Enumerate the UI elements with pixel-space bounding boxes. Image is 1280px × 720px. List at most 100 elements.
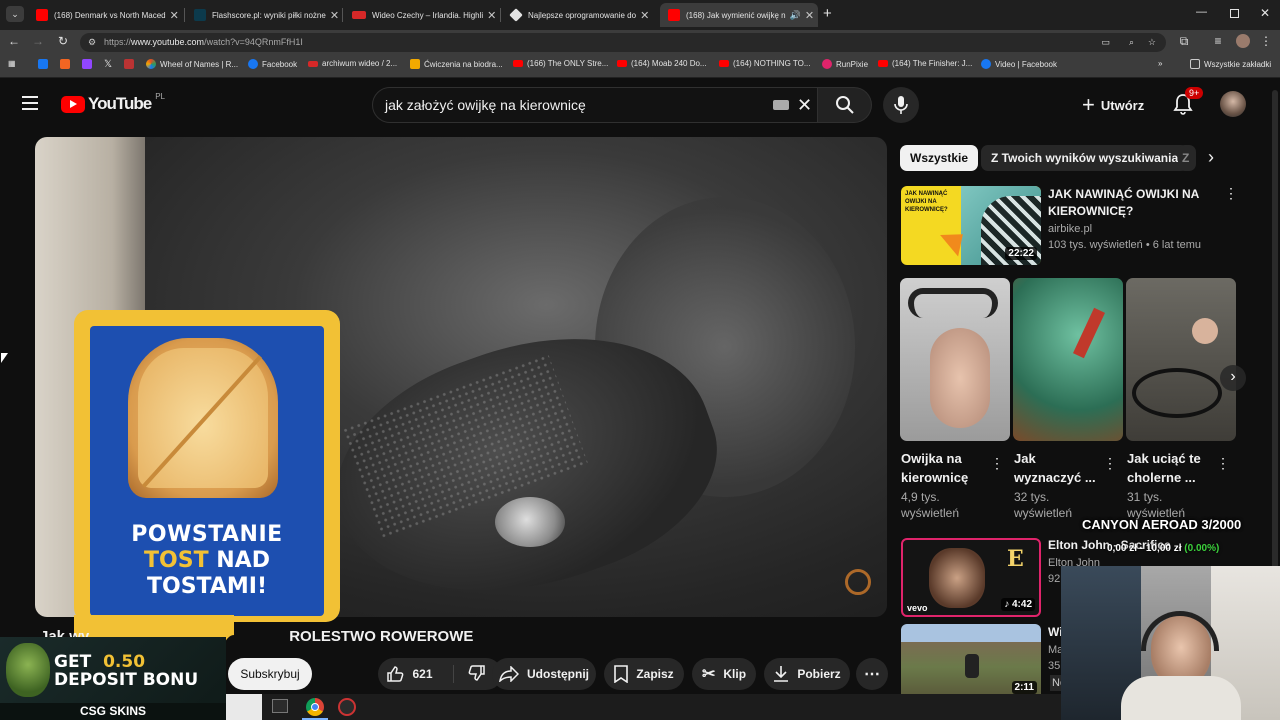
short-menu-kebab-icon[interactable]: ⋮ [990,456,1004,470]
more-actions-button[interactable]: ⋯ [856,658,888,690]
short-thumbnail-3[interactable] [1126,278,1236,441]
bookmark-star-icon[interactable]: ☆ [1148,33,1156,52]
create-button[interactable]: + Utwórz [1082,91,1144,119]
obs-icon[interactable] [338,698,356,716]
tab-1[interactable]: (168) Denmark vs North Maced ✕ [28,3,183,27]
dislike-button[interactable] [454,664,494,685]
twitch-icon[interactable] [82,59,96,69]
region-label: PL [155,91,165,101]
bookmark-item[interactable]: (164) The Finisher: J... [878,59,972,68]
short-thumbnail-1[interactable] [900,278,1010,441]
back-arrow-icon[interactable]: ← [6,34,22,48]
chrome-icon[interactable] [306,698,324,716]
download-label: Pobierz [797,667,841,681]
x-icon[interactable]: 𝕏 [104,59,112,70]
close-icon[interactable]: ✕ [636,9,649,22]
speaker-icon[interactable]: 🔊 [790,10,801,21]
subscribe-button[interactable]: Subskrybuj [228,658,312,690]
canyon-overlay-prices: 0,00 zł - 10,00 zł (0.00%) [1107,543,1220,554]
extensions-icon[interactable]: ⧉ [1176,34,1192,49]
bookmark-item[interactable]: RunPixie [822,59,868,69]
menu-kebab-icon[interactable]: ⋮ [1258,34,1274,48]
share-label: Udostępnij [527,667,589,681]
close-icon[interactable]: ✕ [166,9,179,22]
short-menu-kebab-icon[interactable]: ⋮ [1103,456,1117,470]
recommended-video-title[interactable]: JAK NAWINĄĆ OWIJKI NA KIEROWNICĘ? [1048,186,1208,220]
bookmark-icon[interactable] [124,59,138,69]
media-controls-icon[interactable]: ≡ [1210,34,1226,48]
youtube-logo[interactable]: YouTube PL [61,91,165,114]
bookmark-icon[interactable] [60,59,74,69]
bookmark-label: (166) The ONLY Stre... [527,59,609,68]
save-button[interactable]: Zapisz [604,658,684,690]
short-title-2[interactable]: Jak wyznaczyć ... [1014,449,1096,487]
channel-name[interactable]: airbike.pl [1048,221,1092,237]
bookmark-item[interactable]: Ćwiczenia na biodra... [410,59,503,69]
video-menu-kebab-icon[interactable]: ⋮ [1224,186,1238,200]
hamburger-menu-icon[interactable] [22,96,38,110]
new-tab-button[interactable]: + [823,5,832,22]
taskbar-blank-app[interactable] [226,694,262,720]
bookmark-item[interactable]: Video | Facebook [981,59,1057,69]
close-icon[interactable]: ✕ [483,9,496,22]
minimize-button[interactable]: — [1196,6,1207,18]
bookmark-item[interactable]: Wheel of Names | R... [146,59,238,69]
chips-next-arrow-icon[interactable]: › [1208,147,1214,168]
forward-arrow-icon[interactable]: → [30,34,46,48]
youtube-icon [719,60,729,67]
like-button[interactable]: 621 [386,665,454,683]
close-icon[interactable]: ✕ [326,9,339,22]
tab-3[interactable]: Wideo Czechy – Irlandia. Highli ✕ [344,3,499,27]
notifications-button[interactable]: 9+ [1173,87,1204,120]
tab-5-active[interactable]: (168) Jak wymienić owijkę n 🔊 ✕ [660,3,818,27]
short-title-3[interactable]: Jak uciąć te cholerne ... [1127,449,1209,487]
short-thumbnail-2[interactable] [1013,278,1123,441]
facebook-bookmark-icon[interactable] [38,59,52,69]
ad-text-rest: NAD [208,548,270,573]
profile-avatar[interactable] [1236,34,1250,48]
vevo-logo: vevo [907,603,928,613]
reload-icon[interactable]: ↻ [55,34,71,48]
site-info-icon[interactable]: ⚙ [88,33,96,52]
chevron-right-icon[interactable]: » [1158,59,1162,68]
apps-grid-icon[interactable]: ▦ [8,59,16,68]
address-bar[interactable]: ⚙ https://www.youtube.com/watch?v=94QRnm… [80,33,1166,52]
bookmark-item[interactable]: (164) Moab 240 Do... [617,59,707,68]
all-bookmarks-label: Wszystkie zakładki [1204,59,1272,69]
close-icon[interactable]: ✕ [801,9,814,22]
short-title-1[interactable]: Owijka na kierownicę [901,449,983,487]
recommended-video-thumbnail[interactable]: JAK NAWINĄĆ OWIJKI NA KIEROWNICĘ? 22:22 [901,186,1041,265]
search-button[interactable] [818,87,872,123]
terminal-icon[interactable] [272,699,288,713]
bookmark-item[interactable]: archiwum wideo / 2... [308,59,397,68]
tab-search-button[interactable]: ⌄ [6,6,24,22]
account-avatar[interactable] [1220,91,1246,117]
chip-from-search[interactable]: Z Twoich wyników wyszukiwania [981,145,1189,171]
search-input[interactable]: jak założyć owijkę na kierownicę ✕ [372,87,818,123]
restore-button[interactable] [1230,9,1239,18]
tab-4[interactable]: Najlepsze oprogramowanie do ✕ [502,3,657,27]
close-window-button[interactable]: ✕ [1260,6,1270,20]
clip-button[interactable]: ✂ Klip [692,658,756,690]
short-menu-kebab-icon[interactable]: ⋮ [1216,456,1230,470]
bookmark-item[interactable]: Facebook [248,59,297,69]
share-button[interactable]: Udostępnij [492,658,596,690]
chip-all[interactable]: Wszystkie [900,145,979,171]
webcam-overlay [1061,566,1280,720]
bookmark-item[interactable]: (166) The ONLY Stre... [513,59,608,68]
page-scrollbar[interactable] [1272,90,1278,610]
download-button[interactable]: Pobierz [764,658,850,690]
bookmark-label: Ćwiczenia na biodra... [424,59,503,69]
cast-icon[interactable]: ▭ [1101,33,1110,52]
bookmark-item[interactable]: (164) NOTHING TO... [719,59,811,68]
elton-video-thumbnail[interactable]: E vevo ♪ 4:42 [901,538,1041,617]
clear-search-icon[interactable]: ✕ [797,88,812,122]
zoom-icon[interactable]: ⌕ [1129,33,1134,52]
voice-search-button[interactable] [883,87,919,123]
shorts-next-arrow-icon[interactable]: › [1220,365,1246,391]
chip-partial[interactable]: Z [1178,145,1196,171]
keyboard-icon[interactable] [773,100,789,110]
last-video-thumbnail[interactable]: 2:11 [901,624,1041,696]
tab-2[interactable]: Flashscore.pl: wyniki piłki nożne ✕ [186,3,341,27]
all-bookmarks[interactable]: Wszystkie zakładki [1190,59,1271,69]
